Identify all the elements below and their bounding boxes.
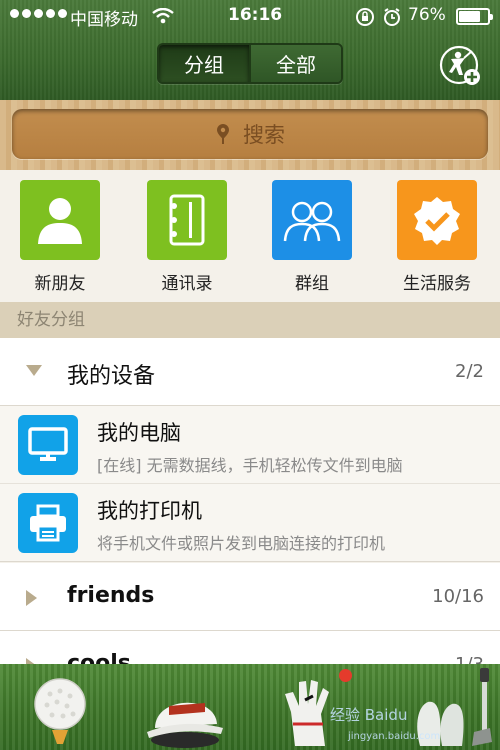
group-row-friends[interactable]: friends 10/16	[0, 563, 500, 631]
battery-icon	[456, 8, 493, 25]
section-title-friend-groups: 好友分组	[0, 302, 500, 338]
golf-ball-icon	[34, 678, 86, 744]
tab-golf-club[interactable]	[430, 668, 500, 748]
tab-groups[interactable]: 分组	[159, 45, 249, 82]
golf-cap-icon	[147, 702, 223, 748]
chevron-right-icon	[26, 590, 37, 606]
tab-golf-cap[interactable]	[135, 668, 235, 748]
signal-strength-icon	[10, 9, 67, 18]
golfer-add-icon	[439, 45, 480, 85]
device-title: 我的电脑	[97, 421, 181, 445]
service-badge-icon	[397, 180, 477, 260]
golf-club-icon	[472, 668, 492, 746]
quick-entry-row: 新朋友 通讯录 群组 生活服务	[0, 170, 500, 302]
wifi-icon	[152, 7, 174, 29]
battery-level-fill	[459, 11, 481, 22]
rotation-lock-icon	[355, 7, 375, 32]
search-input[interactable]: 搜索	[12, 109, 488, 159]
group-view-switch[interactable]: 分组 全部	[157, 43, 343, 84]
add-contact-button[interactable]	[437, 45, 483, 87]
tab-all[interactable]: 全部	[249, 45, 341, 82]
alarm-icon	[382, 7, 402, 32]
group-row-my-devices[interactable]: 我的设备 2/2	[0, 338, 500, 406]
quick-entry-label: 群组	[295, 274, 329, 294]
device-row-computer[interactable]: 我的电脑 [在线] 无需数据线，手机轻松传文件到电脑	[0, 406, 500, 484]
person-icon	[20, 180, 100, 260]
search-placeholder: 搜索	[243, 123, 285, 147]
device-title: 我的打印机	[97, 499, 202, 523]
chevron-down-icon	[26, 365, 42, 376]
device-row-printer[interactable]: 我的打印机 将手机文件或照片发到电脑连接的打印机	[0, 484, 500, 562]
quick-entry-label: 新朋友	[34, 274, 86, 294]
watermark-url: jingyan.baidu.com	[348, 731, 441, 742]
top-header: 中国移动 16:16 76% 分组 全部	[0, 0, 500, 100]
quick-entry-new-friends[interactable]: 新朋友	[10, 180, 110, 294]
group-name: friends	[67, 583, 155, 608]
printer-icon	[18, 493, 78, 553]
quick-entry-contacts[interactable]: 通讯录	[137, 180, 237, 294]
quick-entry-label: 通讯录	[161, 274, 213, 294]
location-pin-icon	[215, 123, 231, 145]
battery-percent: 76%	[408, 5, 446, 25]
device-subtitle: [在线] 无需数据线，手机轻松传文件到电脑	[97, 456, 403, 475]
clock: 16:16	[228, 5, 283, 25]
watermark-text: 经验 Baidu	[330, 706, 408, 724]
device-subtitle: 将手机文件或照片发到电脑连接的打印机	[97, 534, 386, 553]
group-icon	[272, 180, 352, 260]
group-name: 我的设备	[67, 364, 156, 389]
status-bar: 中国移动 16:16 76%	[0, 0, 500, 32]
carrier-name: 中国移动	[70, 10, 138, 30]
quick-entry-life-services[interactable]: 生活服务	[387, 180, 487, 294]
notification-badge	[339, 669, 352, 682]
quick-entry-label: 生活服务	[403, 274, 471, 294]
tab-golf-ball[interactable]	[10, 668, 110, 748]
group-count: 2/2	[455, 361, 484, 382]
address-book-icon	[147, 180, 227, 260]
group-count: 10/16	[432, 586, 484, 607]
monitor-icon	[18, 415, 78, 475]
search-area: 搜索	[0, 100, 500, 170]
quick-entry-groups[interactable]: 群组	[262, 180, 362, 294]
